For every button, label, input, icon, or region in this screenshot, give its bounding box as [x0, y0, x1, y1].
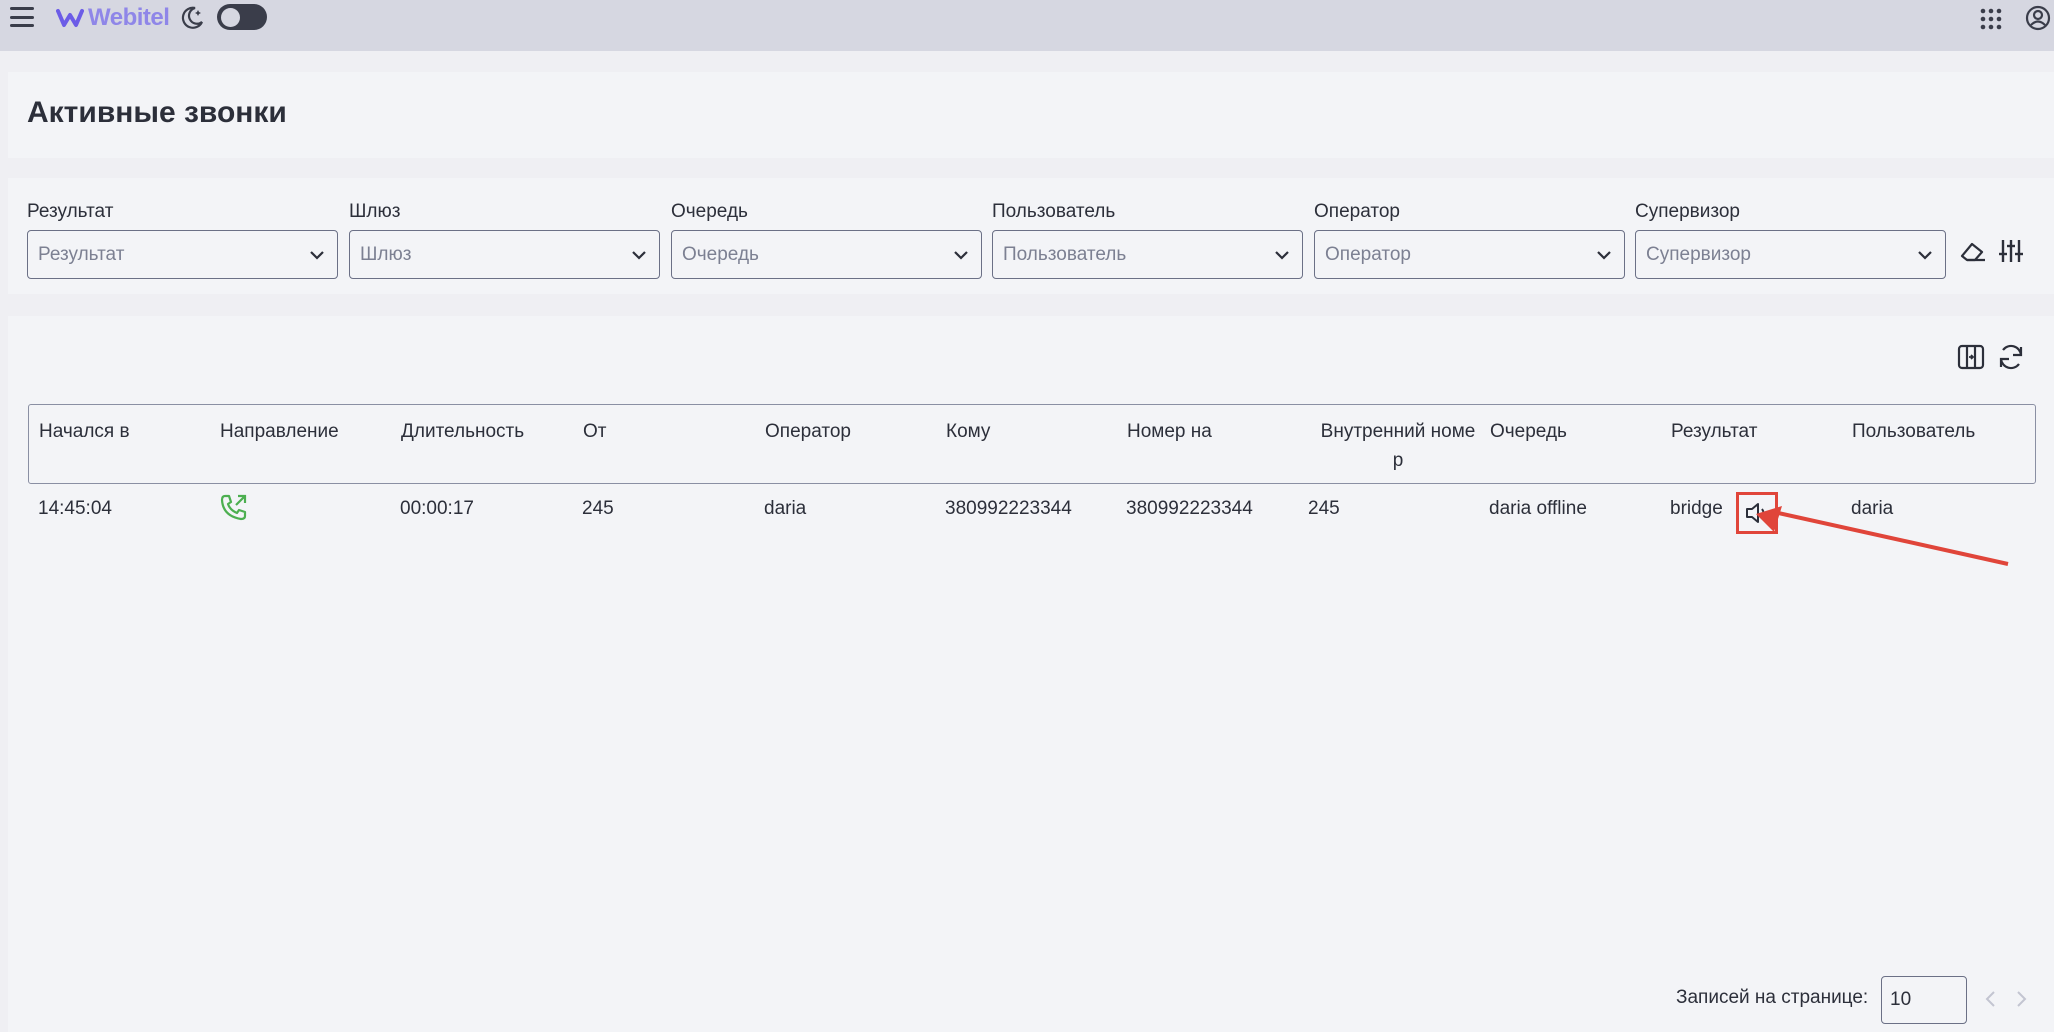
- result-select[interactable]: Результат: [27, 230, 338, 279]
- cell-result: bridge: [1670, 498, 1723, 519]
- chevron-right-icon[interactable]: [2010, 988, 2032, 1010]
- column-header[interactable]: Очередь: [1490, 417, 1567, 446]
- cell-to: 380992223344: [945, 498, 1072, 519]
- filter-panel: Результат Результат Шлюз Шлюз Очередь Оч…: [8, 178, 2054, 294]
- filter-label: Шлюз: [349, 201, 401, 222]
- page-title: Активные звонки: [27, 96, 287, 129]
- column-select-icon[interactable]: [1956, 342, 1986, 372]
- chevron-left-icon[interactable]: [1980, 988, 2002, 1010]
- column-header[interactable]: Номер на: [1127, 417, 1212, 446]
- column-header[interactable]: Пользователь: [1852, 417, 1975, 446]
- chevron-down-icon: [954, 250, 968, 260]
- cell-operator: daria: [764, 498, 807, 519]
- column-header[interactable]: Кому: [946, 417, 990, 446]
- filter-gateway: Шлюз Шлюз: [349, 200, 660, 279]
- refresh-icon[interactable]: [1996, 342, 2026, 372]
- brand-name: Webitel: [88, 4, 170, 31]
- table-panel: Начался в Направление Длительность От Оп…: [8, 316, 2054, 1032]
- column-header[interactable]: Начался в: [39, 417, 130, 446]
- filter-label: Оператор: [1314, 201, 1400, 222]
- select-placeholder: Супервизор: [1646, 243, 1751, 265]
- filter-queue: Очередь Очередь: [671, 200, 982, 279]
- column-header[interactable]: От: [583, 417, 606, 446]
- select-placeholder: Результат: [38, 243, 125, 265]
- filter-operator: Оператор Оператор: [1314, 200, 1625, 279]
- filter-user: Пользователь Пользователь: [992, 200, 1303, 279]
- records-per-page-input[interactable]: 10: [1881, 976, 1967, 1024]
- table-header: Начался в Направление Длительность От Оп…: [28, 404, 2036, 484]
- select-placeholder: Шлюз: [360, 243, 412, 265]
- apps-grid-icon[interactable]: [1978, 6, 2004, 32]
- webitel-logo-icon: [56, 9, 84, 27]
- annotation-arrow-icon: [1756, 506, 2009, 566]
- cell-duration: 00:00:17: [400, 498, 474, 519]
- chevron-down-icon: [1597, 250, 1611, 260]
- theme-toggle[interactable]: [217, 4, 267, 30]
- column-header[interactable]: Длительность: [401, 417, 524, 446]
- select-placeholder: Очередь: [682, 243, 759, 265]
- active-calls-table: Начался в Направление Длительность От Оп…: [28, 404, 2036, 536]
- chevron-down-icon: [1275, 250, 1289, 260]
- filter-label: Очередь: [671, 201, 748, 222]
- filter-label: Пользователь: [992, 201, 1116, 222]
- supervisor-select[interactable]: Супервизор: [1635, 230, 1946, 279]
- table-row: 14:45:04 00:00:17 245 daria 380992223344…: [28, 484, 2036, 536]
- filter-label: Супервизор: [1635, 201, 1740, 222]
- profile-icon[interactable]: [2024, 4, 2052, 32]
- toggle-knob: [221, 7, 240, 27]
- menu-icon[interactable]: [6, 3, 38, 31]
- column-header[interactable]: Результат: [1671, 417, 1757, 446]
- chevron-down-icon: [310, 250, 324, 260]
- user-select[interactable]: Пользователь: [992, 230, 1303, 279]
- filter-settings-icon[interactable]: [1996, 236, 2026, 266]
- eraser-icon[interactable]: [1958, 236, 1988, 266]
- select-placeholder: Пользователь: [1003, 243, 1127, 265]
- column-header[interactable]: Направление: [220, 417, 339, 446]
- column-header[interactable]: Внутренний номе р: [1313, 417, 1483, 475]
- column-header[interactable]: Оператор: [765, 417, 851, 446]
- cell-queue: daria offline: [1489, 498, 1587, 519]
- logo[interactable]: Webitel: [56, 2, 170, 34]
- moon-icon: [178, 4, 206, 32]
- cell-number: 380992223344: [1126, 498, 1253, 519]
- top-bar: Webitel: [0, 0, 2054, 51]
- chevron-down-icon: [632, 250, 646, 260]
- select-placeholder: Оператор: [1325, 243, 1411, 265]
- filter-result: Результат Результат: [27, 200, 338, 279]
- records-per-page-label: Записей на странице:: [1676, 987, 1869, 1008]
- operator-select[interactable]: Оператор: [1314, 230, 1625, 279]
- outbound-call-icon: [220, 494, 247, 521]
- cell-extension: 245: [1308, 498, 1340, 519]
- gateway-select[interactable]: Шлюз: [349, 230, 660, 279]
- queue-select[interactable]: Очередь: [671, 230, 982, 279]
- cell-started: 14:45:04: [38, 498, 112, 519]
- title-panel: Активные звонки: [8, 72, 2054, 158]
- chevron-down-icon: [1918, 250, 1932, 260]
- cell-from: 245: [582, 498, 614, 519]
- filter-supervisor: Супервизор Супервизор: [1635, 200, 1946, 279]
- filter-label: Результат: [27, 201, 114, 222]
